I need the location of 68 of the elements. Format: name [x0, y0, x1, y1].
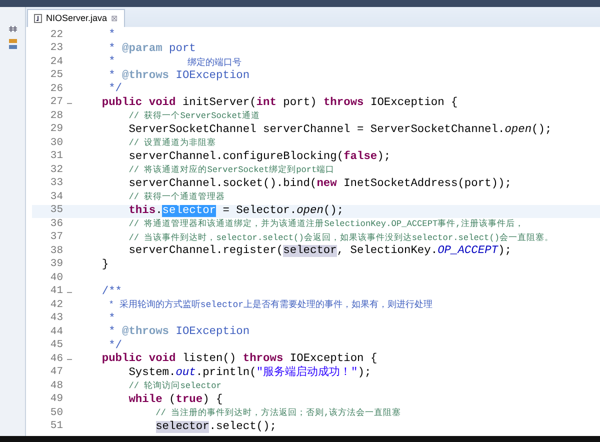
- code-line: serverChannel.configureBlocking(false);: [128, 150, 391, 164]
- line-number: 51: [49, 419, 63, 434]
- editor-tab[interactable]: NIOServer.java ⊠: [27, 9, 126, 27]
- line-number: 26: [49, 82, 63, 97]
- code-line: // 设置通道为非阻塞: [128, 137, 216, 150]
- line-number: 46: [49, 352, 63, 367]
- line-number: 24: [49, 54, 63, 70]
- line-number: 41: [49, 284, 63, 300]
- java-file-icon: [34, 14, 42, 23]
- line-number: 42: [49, 298, 63, 313]
- line-number: 50: [49, 406, 63, 421]
- code-line: selector.select();: [154, 420, 276, 434]
- code-line: * 采用轮询的方式监听selector上是否有需要处理的事件，如果有，则进行处理: [108, 299, 433, 312]
- code-line: // 将该通道对应的ServerSocket绑定到port端口: [128, 164, 335, 177]
- line-number: 39: [49, 257, 63, 272]
- line-number: 44: [49, 324, 63, 340]
- code-line: // 获得一个ServerSocket通道: [128, 110, 260, 123]
- fold-icon[interactable]: [66, 290, 72, 295]
- code-line: */: [108, 340, 122, 352]
- code-line: *: [108, 56, 116, 70]
- list-icon[interactable]: [8, 39, 16, 49]
- line-number: 35: [49, 203, 63, 218]
- code-line: public void listen() throws IOException {: [100, 353, 378, 366]
- code-line: this.selector = Selector.open();: [128, 204, 344, 218]
- line-number: 36: [49, 216, 63, 232]
- line-number: 25: [49, 68, 63, 84]
- code-line: serverChannel.socket().bind(new InetSocketAddress(port));: [128, 178, 512, 191]
- line-number: 30: [49, 136, 63, 151]
- line-number: 45: [49, 338, 63, 354]
- code-line: * @throws IOException: [108, 70, 250, 82]
- line-number: 49: [49, 392, 63, 408]
- code-line: // 将通道管理器和该通道绑定，并为该通道注册SelectionKey.OP_ACCEPT事件,注册该事件后，: [128, 218, 524, 231]
- fold-icon[interactable]: [66, 100, 72, 106]
- tab-close-button[interactable]: ⊠: [111, 12, 118, 24]
- line-number: 40: [49, 270, 63, 286]
- code-line: * @throws IOException: [108, 326, 250, 340]
- line-number: 29: [49, 122, 63, 138]
- code-line: /**: [100, 286, 122, 299]
- code-line: // 当注册的事件到达时，方法返回；否则,该方法会一直阻塞: [154, 407, 402, 420]
- line-number: 32: [49, 162, 63, 178]
- code-line: ServerSocketChannel serverChannel = ServerSocketChannel.open();: [128, 124, 552, 137]
- tab-label: NIOServer.java: [46, 12, 108, 25]
- code-line: *: [108, 29, 116, 42]
- code-line: * @param port: [108, 42, 196, 56]
- code-line: while (true) {: [128, 394, 223, 407]
- code-comment: 绑定的端口号: [187, 56, 242, 69]
- line-number: 47: [49, 365, 63, 380]
- code-line: // 轮询访问selector: [128, 380, 222, 393]
- line-number: 34: [49, 190, 63, 205]
- code-line: // 当该事件到达时，selector.select()会返回，如果该事件没到达selector.select()会一直阻塞。: [128, 232, 554, 244]
- line-number: 48: [49, 378, 63, 394]
- line-number: 31: [49, 149, 63, 164]
- code-line: serverChannel.register(selector, SelectionKey.OP_ACCEPT);: [128, 245, 512, 258]
- code-line: System.out.println("服务端启动成功！");: [128, 366, 372, 380]
- code-line: */: [108, 83, 122, 96]
- line-number: 22: [49, 28, 63, 43]
- line-number: 23: [49, 41, 63, 56]
- line-number: 38: [49, 244, 63, 259]
- line-number: 37: [49, 230, 63, 246]
- line-number: 28: [49, 108, 63, 124]
- line-number: 33: [49, 176, 63, 192]
- code-line: *: [108, 312, 116, 326]
- code-line: public void initServer(int port) throws IOException {: [100, 96, 458, 110]
- line-number: 27: [49, 95, 63, 110]
- code-line: // 获得一个通道管理器: [128, 191, 226, 204]
- line-number: 43: [49, 311, 63, 326]
- fold-icon[interactable]: [66, 357, 72, 362]
- code-line: }: [100, 258, 109, 272]
